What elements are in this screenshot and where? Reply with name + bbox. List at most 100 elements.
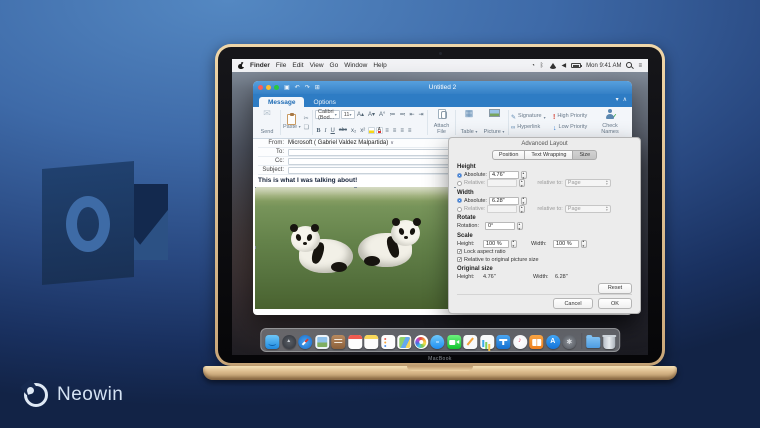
scale-height-input[interactable]: 100 % [483,239,509,248]
dock-numbers-icon[interactable] [479,335,494,349]
grow-font-button[interactable]: A▴ [356,112,366,118]
shrink-font-button[interactable]: A▾ [367,112,377,118]
signature-button[interactable]: ✎ Signature ▾ [511,113,546,122]
menu-bar-clock[interactable]: Mon 9:41 AM [586,63,621,69]
strikethrough-button[interactable]: abc [337,128,348,133]
justify-button[interactable]: ≡ [406,128,413,134]
dock-calendar-icon[interactable] [347,335,362,349]
underline-button[interactable]: U [329,128,336,134]
width-relative-radio[interactable] [457,206,462,212]
hyperlink-button[interactable]: ∞ Hyperlink [511,124,540,133]
time-machine-icon[interactable]: ◔ [531,63,535,69]
superscript-button[interactable]: x² [359,128,367,134]
dock-pages-icon[interactable] [463,335,478,349]
italic-button[interactable]: I [323,128,328,134]
clear-formatting-button[interactable]: A° [378,112,387,118]
tab-position[interactable]: Position [491,150,526,160]
check-names-button[interactable]: ✓ Check Names [597,109,623,136]
dock-launchpad-icon[interactable] [281,335,296,349]
highlight-color-button[interactable] [367,127,375,134]
align-right-button[interactable]: ≡ [399,128,406,134]
height-relative-radio[interactable] [457,180,462,186]
apple-menu-icon[interactable] [238,61,245,70]
table-button[interactable]: ▦ Table ▾ [458,109,480,136]
dock-facetime-icon[interactable] [446,335,461,349]
dock-notes-icon[interactable] [364,335,379,349]
subscript-button[interactable]: x₂ [349,128,357,134]
resize-handle-n[interactable] [353,187,357,188]
dock-preview-icon[interactable] [314,335,329,349]
attach-file-button[interactable]: Attach File [430,109,453,136]
dock-system-preferences-icon[interactable] [562,335,577,349]
window-title-bar[interactable]: ▣ ↶ ↷ ⊞ Untitled 2 [253,81,632,94]
low-priority-button[interactable]: ↓ Low Priority [553,124,587,133]
notification-center-icon[interactable]: ≡ [638,63,642,69]
width-absolute-radio[interactable] [457,198,462,204]
menu-view[interactable]: View [310,62,324,69]
align-left-button[interactable]: ≡ [384,128,391,134]
scale-height-stepper[interactable] [511,239,517,248]
dock-contacts-icon[interactable] [331,335,346,349]
dock-downloads-icon[interactable] [586,335,601,348]
dock-itunes-icon[interactable] [512,335,527,349]
dock-finder-icon[interactable] [265,335,280,349]
dock-maps-icon[interactable] [397,335,412,349]
resize-handle-w[interactable] [255,246,256,249]
indent-button[interactable]: ⇥ [417,112,425,118]
volume-icon[interactable]: ◀ [562,62,567,69]
tab-options[interactable]: Options [304,97,344,107]
resize-handle-ne[interactable] [454,187,456,188]
height-absolute-input[interactable]: 4.76" [488,171,519,180]
from-account-select[interactable]: Microsoft ( Gabriel Valdez Malpartida) [288,140,388,146]
dock-messages-icon[interactable] [430,335,445,349]
relative-original-checkbox[interactable]: ✓ Relative to original picture size [457,256,632,264]
bold-button[interactable]: B [315,128,322,134]
height-absolute-radio[interactable] [457,172,462,178]
scale-width-stepper[interactable] [581,239,587,248]
width-absolute-input[interactable]: 6.28" [488,196,519,205]
tab-size[interactable]: Size [573,150,598,160]
resize-handle-nw[interactable] [255,187,256,188]
font-name-select[interactable]: Calibri (Bod... ▾ [315,109,340,121]
collapse-ribbon-icon[interactable]: ∧ [623,96,627,103]
menu-go[interactable]: Go [330,62,339,69]
rotation-input[interactable]: 0° [485,222,515,231]
lock-aspect-checkbox[interactable]: ✓ Lock aspect ratio [457,248,632,256]
tab-text-wrapping[interactable]: Text Wrapping [525,150,574,160]
picture-button[interactable]: Picture ▾ [482,109,506,136]
bullet-list-button[interactable]: ≔ [388,112,397,118]
dock-trash-icon[interactable] [601,335,616,349]
outdent-button[interactable]: ⇤ [408,112,416,118]
menu-finder[interactable]: Finder [250,62,270,69]
font-size-select[interactable]: 11 ▾ [340,110,355,119]
menu-help[interactable]: Help [373,62,386,69]
scale-width-input[interactable]: 100 % [553,239,579,248]
dock-ibooks-icon[interactable] [529,335,544,349]
dock-reminders-icon[interactable] [380,335,395,349]
align-center-button[interactable]: ≡ [391,128,398,134]
dock-photos-icon[interactable] [413,335,428,349]
font-color-button[interactable]: A [375,127,383,134]
dock-safari-icon[interactable] [298,335,313,349]
paste-button[interactable]: Paste ▾ [283,113,301,131]
numbered-list-button[interactable]: ≕ [398,112,407,118]
high-priority-button[interactable]: ! High Priority [553,113,587,122]
panda-photo[interactable] [255,187,456,309]
menu-file[interactable]: File [276,62,286,69]
dock-app-store-icon[interactable] [545,335,560,349]
tab-message[interactable]: Message [259,97,305,107]
battery-icon[interactable] [571,63,583,68]
reset-button[interactable]: Reset [598,282,632,294]
ok-button[interactable]: OK [598,298,632,309]
dock-keynote-icon[interactable] [496,335,511,349]
menu-edit[interactable]: Edit [292,62,303,69]
cancel-button[interactable]: Cancel [553,298,593,309]
spotlight-icon[interactable] [626,62,633,69]
width-absolute-stepper[interactable] [520,196,527,205]
bluetooth-icon[interactable]: ᛒ [540,63,544,69]
send-button[interactable]: ✉ Send [256,109,278,136]
copy-icon[interactable]: ❏ [304,124,309,131]
cut-icon[interactable]: ✂ [304,115,309,122]
ribbon-settings-icon[interactable]: ▾ [616,96,619,103]
rotation-stepper[interactable] [517,222,523,231]
